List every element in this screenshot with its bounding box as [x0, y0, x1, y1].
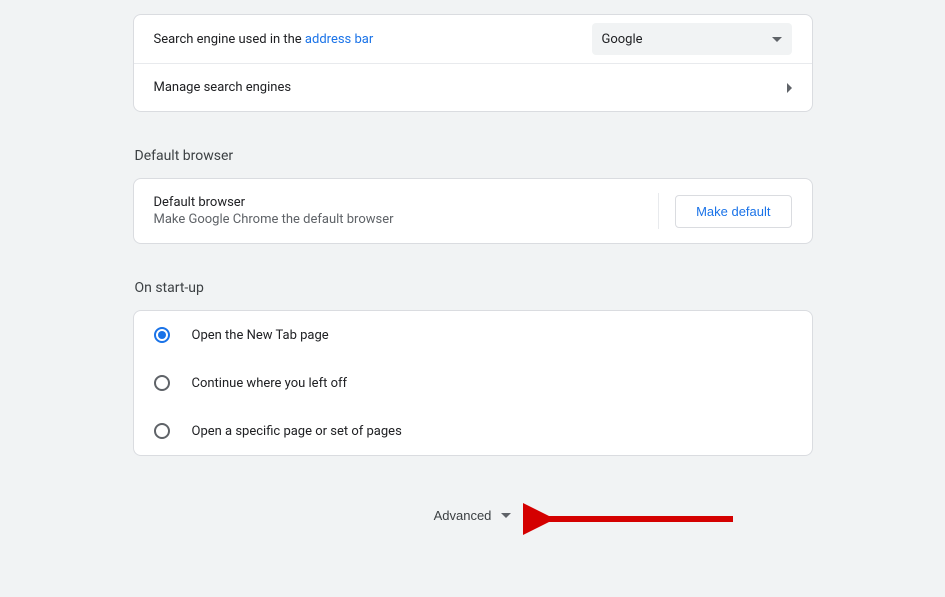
- annotation-arrow-icon: [523, 494, 743, 544]
- default-browser-text: Default browser Make Google Chrome the d…: [154, 195, 394, 227]
- chevron-right-icon: [787, 83, 792, 93]
- startup-option-label: Open the New Tab page: [192, 328, 329, 343]
- search-engine-selected-value: Google: [602, 32, 643, 47]
- vertical-divider: [658, 193, 659, 229]
- startup-option-specific[interactable]: Open a specific page or set of pages: [134, 407, 812, 455]
- startup-option-continue[interactable]: Continue where you left off: [134, 359, 812, 407]
- caret-down-icon: [501, 513, 511, 518]
- address-bar-link[interactable]: address bar: [305, 32, 373, 47]
- radio-icon[interactable]: [154, 423, 170, 439]
- advanced-toggle-button[interactable]: Advanced: [426, 502, 520, 529]
- startup-heading: On start-up: [135, 280, 813, 296]
- default-browser-row: Default browser Make Google Chrome the d…: [134, 179, 812, 243]
- default-browser-subtitle: Make Google Chrome the default browser: [154, 212, 394, 227]
- search-engine-label: Search engine used in the address bar: [154, 32, 374, 47]
- radio-icon[interactable]: [154, 375, 170, 391]
- manage-search-engines-row[interactable]: Manage search engines: [134, 63, 812, 111]
- default-browser-card: Default browser Make Google Chrome the d…: [133, 178, 813, 244]
- default-browser-heading: Default browser: [135, 148, 813, 164]
- search-engine-select[interactable]: Google: [592, 23, 792, 55]
- radio-icon[interactable]: [154, 327, 170, 343]
- startup-option-label: Open a specific page or set of pages: [192, 424, 402, 439]
- startup-option-newtab[interactable]: Open the New Tab page: [134, 311, 812, 359]
- manage-search-engines-label: Manage search engines: [154, 80, 292, 95]
- default-browser-title: Default browser: [154, 195, 394, 210]
- search-engine-card: Search engine used in the address bar Go…: [133, 14, 813, 112]
- search-engine-label-text: Search engine used in the: [154, 32, 305, 47]
- advanced-label: Advanced: [434, 508, 492, 523]
- make-default-button[interactable]: Make default: [675, 195, 791, 228]
- caret-down-icon: [772, 37, 782, 42]
- startup-card: Open the New Tab page Continue where you…: [133, 310, 813, 456]
- search-engine-row: Search engine used in the address bar Go…: [134, 15, 812, 63]
- startup-option-label: Continue where you left off: [192, 376, 348, 391]
